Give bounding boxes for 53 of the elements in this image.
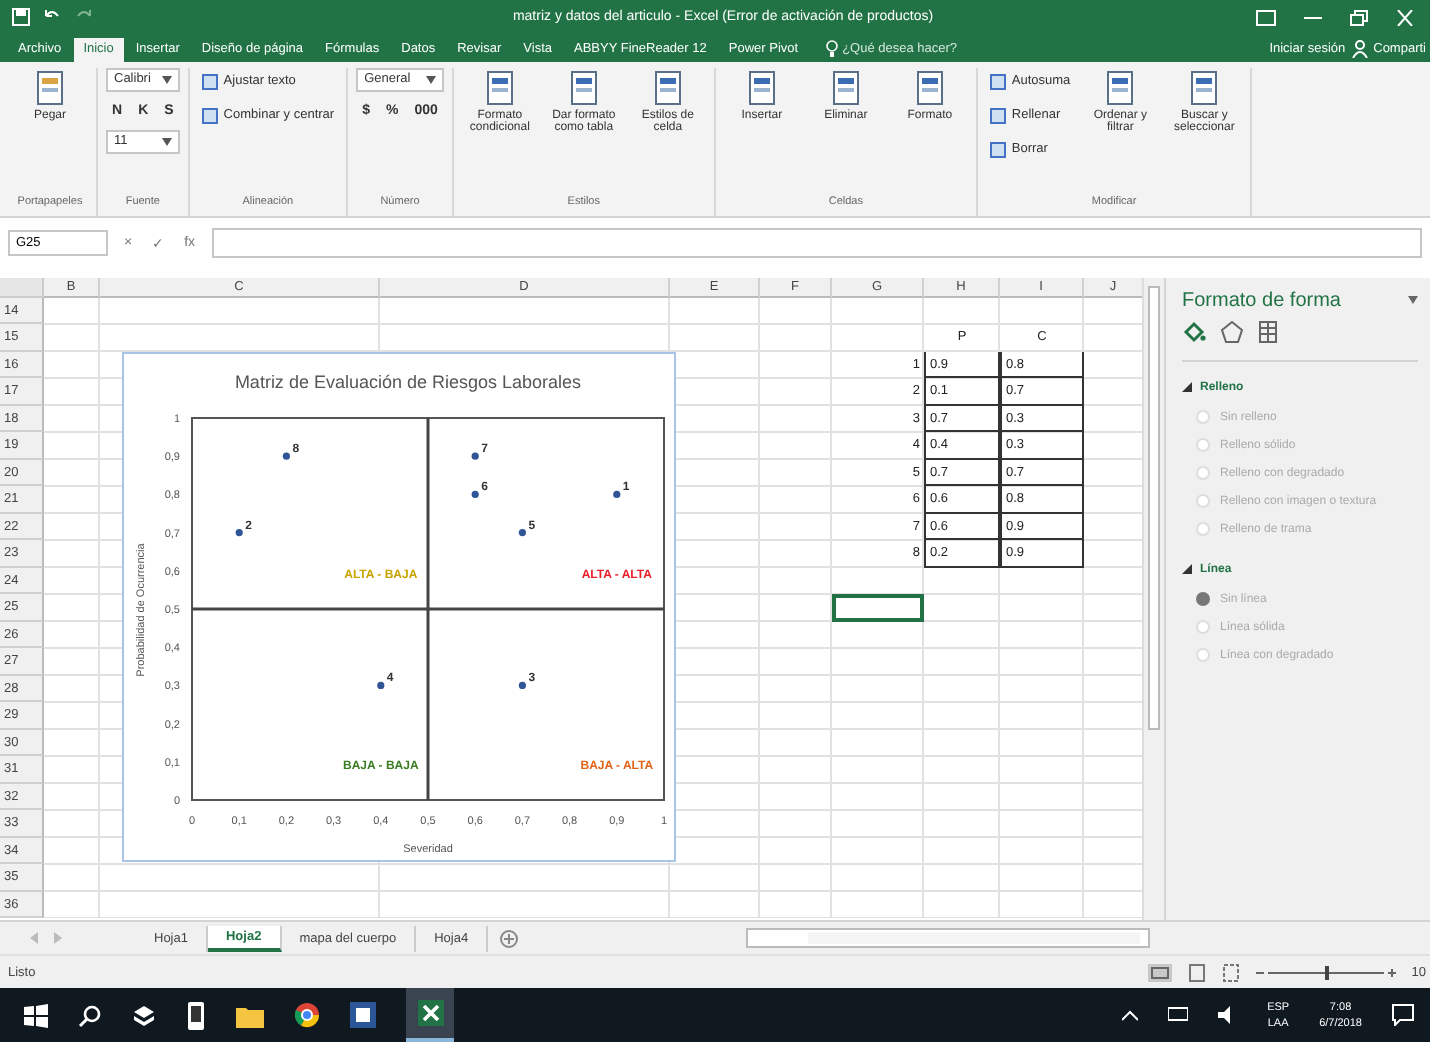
folder-icon[interactable] xyxy=(236,1003,264,1028)
data-point[interactable] xyxy=(282,452,290,460)
normal-view-icon[interactable] xyxy=(1147,963,1172,982)
vertical-scrollbar[interactable] xyxy=(1142,277,1164,921)
zoom-slider[interactable] xyxy=(1255,963,1396,982)
data-point[interactable] xyxy=(235,528,243,536)
selected-cell[interactable] xyxy=(832,594,924,622)
lightbulb-icon xyxy=(826,40,839,59)
save-icon[interactable] xyxy=(12,8,30,27)
document-icon xyxy=(913,69,946,106)
pentagon-icon[interactable] xyxy=(1220,319,1244,344)
data-point[interactable] xyxy=(377,681,385,689)
chevron-up-icon[interactable] xyxy=(1121,1009,1138,1022)
data-point[interactable] xyxy=(471,452,479,460)
notification-icon[interactable] xyxy=(1392,1004,1414,1027)
excel-app-icon[interactable] xyxy=(406,988,454,1042)
horizontal-scrollbar[interactable] xyxy=(746,928,1150,949)
document-icon xyxy=(34,69,66,106)
browser-icon[interactable] xyxy=(294,1002,320,1029)
data-point[interactable] xyxy=(471,490,479,498)
ribbon-options-icon[interactable] xyxy=(1256,9,1276,26)
phone-app-icon[interactable] xyxy=(186,1001,206,1030)
document-icon xyxy=(829,69,862,106)
caret-icon xyxy=(161,137,172,146)
chart-area[interactable] xyxy=(122,351,676,862)
restore-icon[interactable] xyxy=(1350,9,1368,26)
search-icon[interactable] xyxy=(78,1003,102,1028)
pane-title: Formato de forma xyxy=(1182,289,1341,312)
data-point[interactable] xyxy=(518,528,526,536)
page-break-icon[interactable] xyxy=(1221,963,1240,982)
expand-icon[interactable] xyxy=(1182,382,1192,393)
page-layout-icon[interactable] xyxy=(1187,963,1206,982)
windows-start-icon[interactable] xyxy=(24,1003,48,1028)
caret-icon[interactable] xyxy=(1408,296,1418,305)
data-point[interactable] xyxy=(613,490,621,498)
document-icon xyxy=(651,69,684,106)
add-sheet-icon[interactable] xyxy=(500,929,519,948)
data-point[interactable] xyxy=(518,681,526,689)
paint-bucket-icon[interactable] xyxy=(1182,319,1206,344)
person-icon xyxy=(1351,39,1368,58)
close-icon[interactable] xyxy=(1396,9,1414,26)
expand-icon[interactable] xyxy=(1182,564,1192,575)
caret-icon xyxy=(161,75,172,84)
document-icon xyxy=(567,69,600,106)
chart-title: Matriz de Evaluación de Riesgos Laborales xyxy=(234,371,582,392)
formula-field[interactable] xyxy=(211,228,1422,259)
radio-button[interactable] xyxy=(1196,592,1210,607)
size-properties-icon[interactable] xyxy=(1258,319,1278,344)
document-icon xyxy=(745,69,778,106)
document-icon xyxy=(1188,69,1221,106)
document-icon xyxy=(1104,69,1137,106)
document-icon xyxy=(483,69,516,106)
caret-icon xyxy=(425,75,436,84)
